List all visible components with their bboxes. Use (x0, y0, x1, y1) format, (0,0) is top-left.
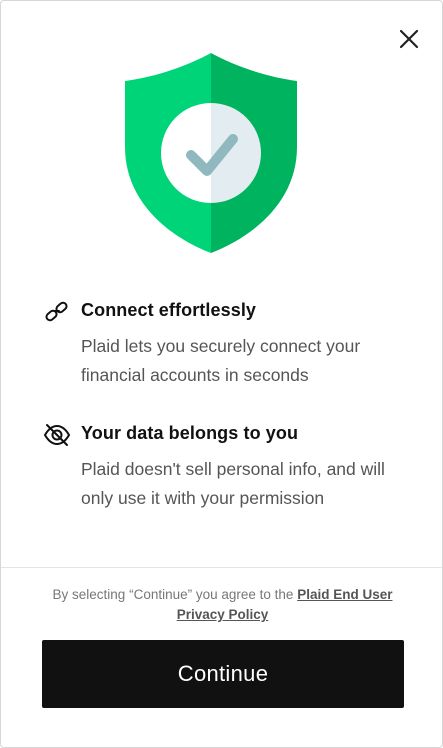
close-icon (399, 29, 419, 49)
feature-description: Plaid lets you securely connect your fin… (81, 336, 361, 385)
consent-text: By selecting “Continue” you agree to the… (31, 585, 414, 625)
continue-button[interactable]: Continue (42, 640, 404, 708)
close-button[interactable] (393, 23, 425, 55)
shield-check-icon (125, 53, 297, 253)
feature-title: Your data belongs to you (81, 423, 299, 443)
consent-prefix: By selecting “Continue” you agree to the (52, 587, 298, 602)
feature-description: Plaid doesn't sell personal info, and wi… (81, 459, 385, 508)
plaid-consent-modal: Connect effortlessly Plaid lets you secu… (0, 0, 443, 748)
divider (1, 567, 442, 568)
eye-slash-icon (43, 424, 71, 446)
feature-title: Connect effortlessly (81, 300, 257, 320)
link-icon (45, 301, 68, 322)
